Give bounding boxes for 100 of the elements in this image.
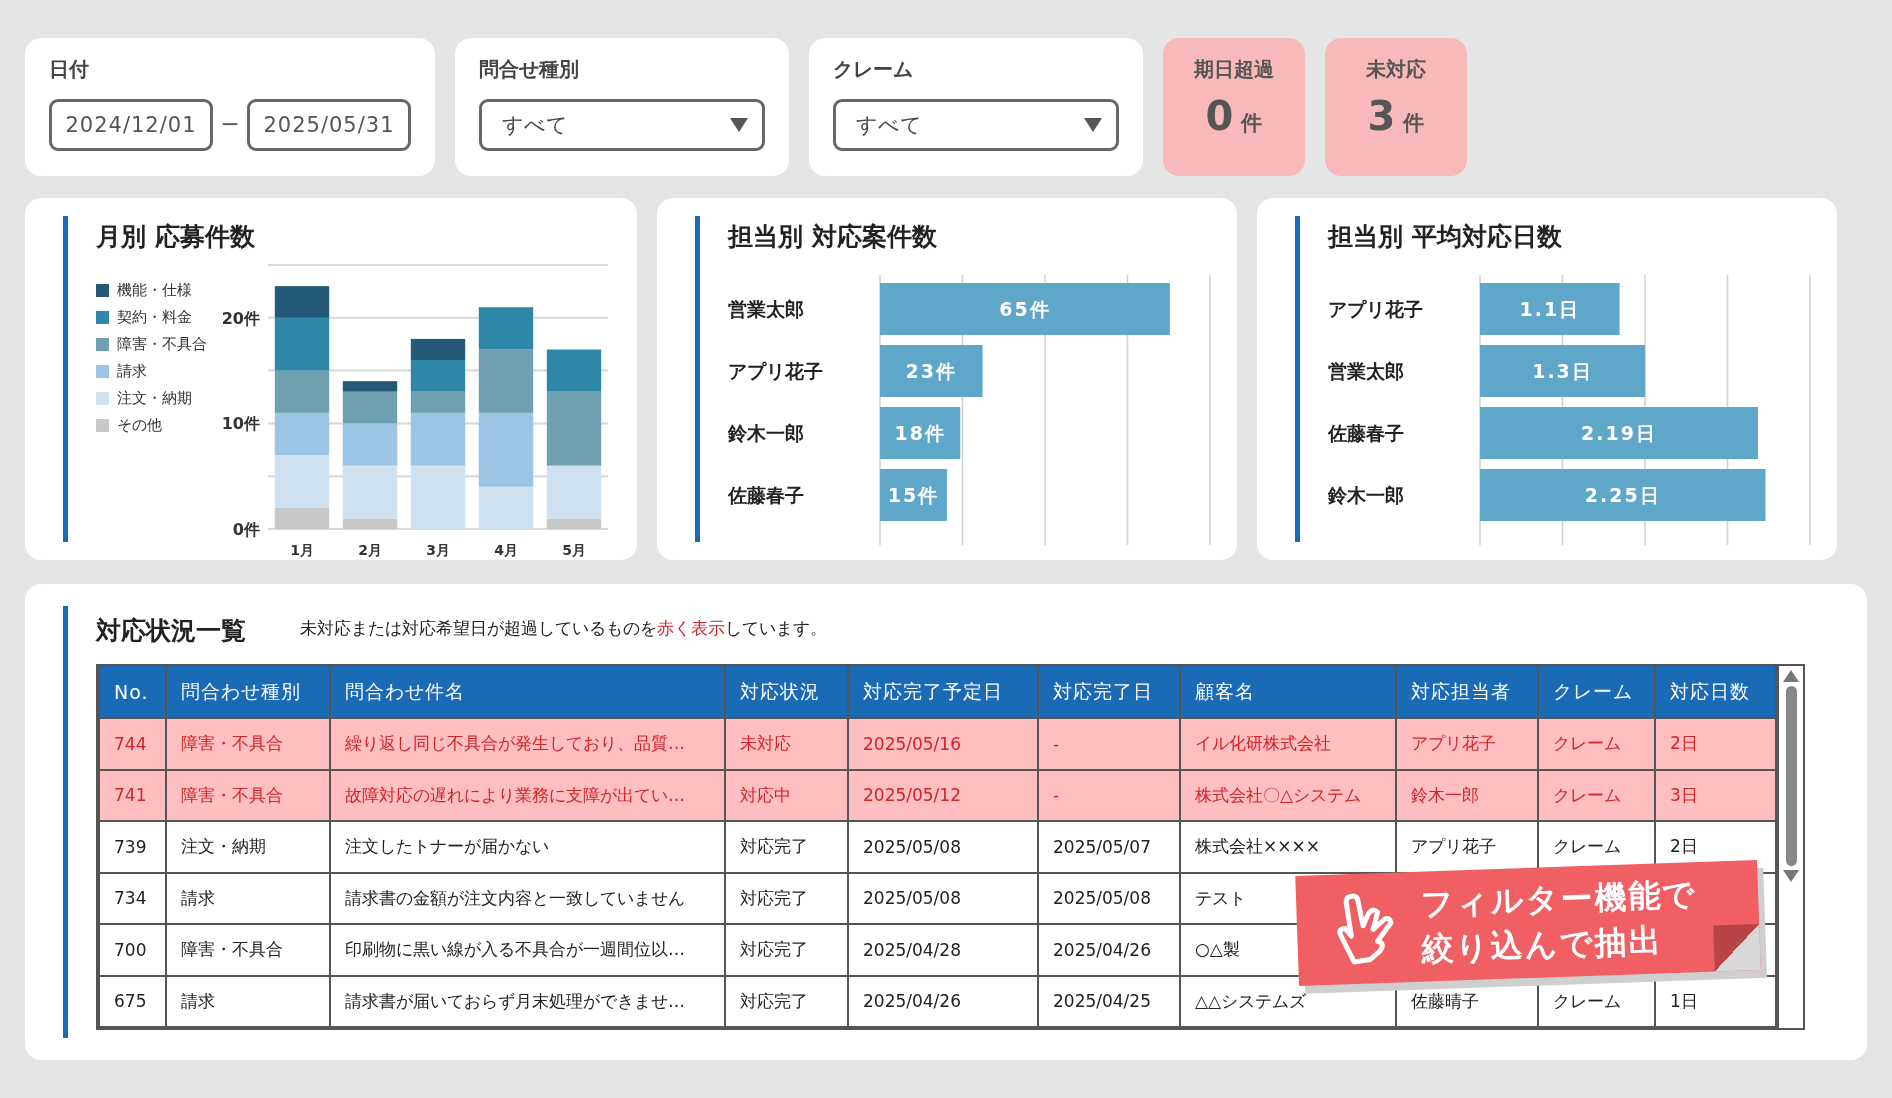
table-cell: イル化研株式会社 [1180, 718, 1396, 770]
table-cell: 請求 [166, 872, 330, 924]
column-header[interactable]: 対応完了日 [1038, 666, 1180, 718]
legend-label: その他 [117, 416, 162, 435]
column-header[interactable]: No. [99, 666, 166, 718]
axis-tick-label: 0件 [232, 520, 260, 539]
table-cell: 2025/04/28 [848, 924, 1038, 976]
table-cell: アプリ花子 [1396, 718, 1538, 770]
table-cell: 印刷物に黒い線が入る不具合が一週間位以… [330, 924, 725, 976]
axis-category-label: 鈴木一郎 [1328, 484, 1404, 506]
table-cell: アプリ花子 [1396, 821, 1538, 873]
table-cell: 2日 [1655, 718, 1776, 770]
axis-category-label: 営業太郎 [728, 298, 804, 320]
date-from-field[interactable]: 2024/12/01 [49, 99, 213, 151]
table-cell: 株式会社〇△システム [1180, 769, 1396, 821]
bar-value-label: 1.1日 [1519, 298, 1581, 320]
legend-label: 契約・料金 [117, 308, 192, 327]
dropdown-field[interactable]: すべて [833, 99, 1119, 151]
scroll-down-icon[interactable] [1783, 870, 1799, 882]
table-cell: 障害・不具合 [166, 769, 330, 821]
table-cell: 1日 [1655, 975, 1776, 1027]
dropdown-field[interactable]: すべて [479, 99, 765, 151]
table-cell: 株式会社×××× [1180, 821, 1396, 873]
table-cell: 注文・納期 [166, 821, 330, 873]
date-to-field[interactable]: 2025/05/31 [247, 99, 411, 151]
chart-title: 月別 応募件数 [96, 221, 256, 253]
column-header[interactable]: 問合わせ種別 [166, 666, 330, 718]
table-cell: 2025/04/26 [848, 975, 1038, 1027]
table-cell: 対応中 [725, 769, 848, 821]
table-cell: - [1038, 718, 1180, 770]
legend-label: 請求 [117, 362, 147, 381]
axis-category-label: 佐藤春子 [728, 484, 804, 506]
column-header[interactable]: 対応状況 [725, 666, 848, 718]
filter-label: 問合せ種別 [479, 56, 580, 83]
axis-category-label: 佐藤春子 [1328, 422, 1404, 444]
table-cell: 障害・不具合 [166, 924, 330, 976]
column-header[interactable]: 対応担当者 [1396, 666, 1538, 718]
kpi-label: 未対応 [1366, 56, 1426, 83]
table-cell: 2025/05/08 [848, 821, 1038, 873]
chart-title: 担当別 平均対応日数 [1328, 221, 1563, 253]
column-header[interactable]: 対応日数 [1655, 666, 1776, 718]
scrollbar-thumb[interactable] [1785, 686, 1797, 866]
legend-label: 障害・不具合 [117, 335, 207, 354]
kpi-label: 期日超過 [1194, 56, 1274, 83]
axis-category-label: 鈴木一郎 [728, 422, 804, 444]
caret-icon [730, 118, 748, 132]
table-note: 未対応または対応希望日が超過しているものを赤く表示しています。 [300, 616, 827, 640]
kpi-unit: 件 [1403, 110, 1425, 137]
table-cell: 675 [99, 975, 166, 1027]
axis-tick-label: 2月 [358, 542, 382, 558]
table-cell: - [1038, 769, 1180, 821]
scroll-up-icon[interactable] [1783, 670, 1799, 682]
bar-value-label: 2.25日 [1584, 484, 1661, 506]
axis-tick-label: 20件 [221, 308, 260, 328]
table-cell: 請求書の金額が注文内容と一致していません [330, 872, 725, 924]
bar-value-label: 15件 [887, 484, 940, 506]
column-header[interactable]: クレーム [1538, 666, 1655, 718]
bar-value-label: 18件 [894, 422, 946, 444]
bar-segment [342, 423, 398, 466]
column-header[interactable]: 問合わせ件名 [330, 666, 725, 718]
bar-value-label: 2.19日 [1581, 422, 1657, 444]
table-cell: 741 [99, 769, 166, 821]
table-cell: 700 [99, 924, 166, 976]
axis-tick-label: 1月 [290, 542, 314, 558]
axis-category-label: アプリ花子 [1328, 298, 1423, 320]
bar-value-label: 1.3日 [1532, 360, 1593, 382]
bar-segment [274, 412, 330, 456]
filter-label: 日付 [49, 56, 90, 83]
column-header[interactable]: 対応完了予定日 [848, 666, 1038, 718]
table-cell: 2025/05/12 [848, 769, 1038, 821]
table-cell: 請求 [166, 975, 330, 1027]
bar-value-label: 23件 [905, 360, 957, 382]
bar-segment [410, 465, 466, 529]
table-cell: 対応完了 [725, 872, 848, 924]
table-cell: 2025/05/08 [1038, 872, 1180, 924]
bar-value-label: 65件 [999, 298, 1051, 320]
chart-title: 担当別 対応案件数 [728, 221, 938, 253]
table-cell: 鈴木一郎 [1396, 769, 1538, 821]
kpi-value: 0 [1205, 93, 1234, 139]
table-cell: クレーム [1538, 718, 1655, 770]
axis-tick-label: 4月 [494, 542, 518, 558]
folded-corner [1713, 923, 1761, 972]
table-cell: 障害・不具合 [166, 718, 330, 770]
table-cell: 請求書が届いておらず月末処理ができませ… [330, 975, 725, 1027]
table-cell: 2025/05/07 [1038, 821, 1180, 873]
caret-icon [1084, 118, 1102, 132]
table-cell: 2025/05/16 [848, 718, 1038, 770]
axis-category-label: 営業太郎 [1328, 360, 1404, 382]
table-cell: 739 [99, 821, 166, 873]
filter-label: クレーム [833, 56, 914, 83]
kpi-unit: 件 [1241, 110, 1263, 137]
table-cell: 対応完了 [725, 975, 848, 1027]
legend-label: 機能・仕様 [117, 281, 192, 300]
table-cell: 故障対応の遅れにより業務に支障が出てい… [330, 769, 725, 821]
table-cell: 2025/04/25 [1038, 975, 1180, 1027]
table-cell: クレーム [1538, 769, 1655, 821]
table-cell: 未対応 [725, 718, 848, 770]
bar [880, 469, 947, 521]
range-separator: ー [221, 113, 239, 137]
column-header[interactable]: 顧客名 [1180, 666, 1396, 718]
